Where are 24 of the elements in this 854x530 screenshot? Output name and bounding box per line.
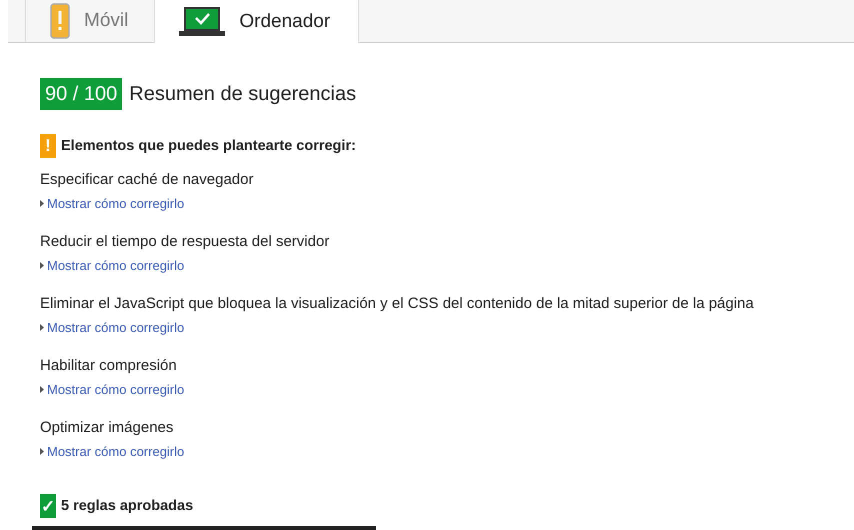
caret-icon	[40, 262, 44, 269]
rule-title: Eliminar el JavaScript que bloquea la visualización y el CSS del contenido de la mitad superior de la página	[40, 294, 755, 314]
rule-title: Habilitar compresión	[40, 356, 178, 376]
show-fix-link[interactable]: Mostrar cómo corregirlo	[40, 196, 184, 211]
caret-icon	[40, 448, 44, 455]
caret-icon	[40, 386, 44, 393]
rule-title: Reducir el tiempo de respuesta del servidor	[40, 232, 330, 252]
tab[interactable]: Ordenador	[154, 0, 360, 43]
summary-title: Resumen de sugerencias	[129, 82, 356, 106]
status-icon: ✓	[40, 494, 56, 518]
score-badge: 90 / 100	[40, 78, 122, 110]
rule-title: Optimizar imágenes	[40, 418, 174, 438]
show-fix-link[interactable]: Mostrar cómo corregirlo	[40, 258, 184, 273]
laptop-icon	[179, 6, 226, 36]
show-fix-link[interactable]: Mostrar cómo corregirlo	[40, 382, 184, 397]
rule-title: Especificar caché de navegador	[40, 170, 254, 190]
status-icon: !	[40, 134, 56, 158]
show-fix-link[interactable]: Mostrar cómo corregirlo	[40, 444, 184, 459]
caret-icon	[40, 324, 44, 331]
section-heading: 5 reglas aprobadas	[61, 498, 194, 514]
show-fix-link[interactable]: Mostrar cómo corregirlo	[40, 320, 184, 335]
phone-icon	[50, 3, 70, 39]
section-heading: Elementos que puedes plantearte corregir:	[61, 138, 356, 154]
caret-icon	[40, 200, 44, 207]
